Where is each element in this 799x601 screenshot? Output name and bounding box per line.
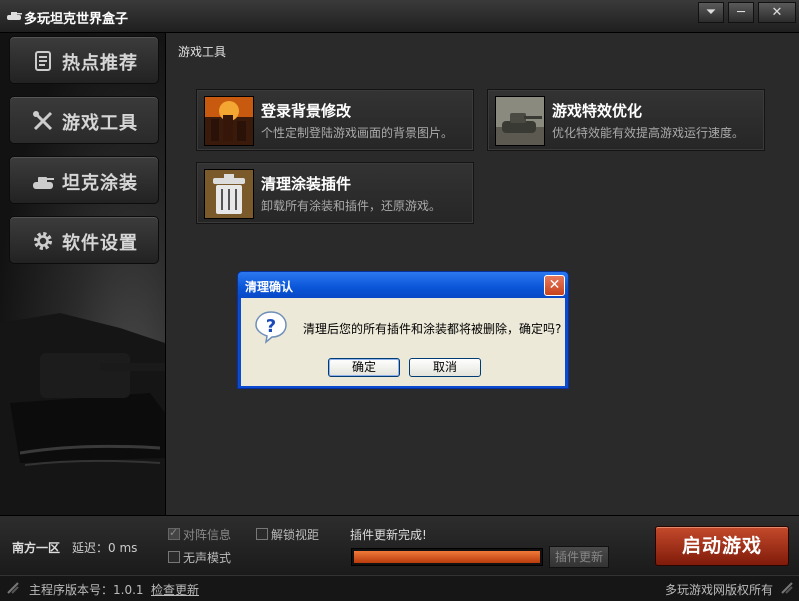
unlock-view-checkbox[interactable]	[256, 528, 268, 540]
plugin-progress-bar	[351, 548, 543, 566]
sidebar-item-settings[interactable]: 软件设置	[9, 216, 159, 264]
tool-title: 清理涂装插件	[261, 175, 352, 193]
tool-card-effects[interactable]: 游戏特效优化 优化特效能有效提高游戏运行速度。	[487, 89, 765, 151]
version-label: 主程序版本号：1.0.1	[29, 583, 144, 597]
dialog-close-button[interactable]: ✕	[544, 275, 565, 296]
resize-grip-icon	[7, 582, 19, 594]
sidebar-item-skins[interactable]: 坦克涂装	[9, 156, 159, 204]
check-update-link[interactable]: 检查更新	[151, 581, 199, 598]
tools-icon	[33, 111, 53, 131]
silent-mode-checkbox[interactable]	[168, 551, 180, 563]
dialog-title: 清理确认	[245, 280, 294, 294]
team-info-checkbox[interactable]	[168, 526, 180, 540]
sidebar-item-label: 游戏工具	[62, 113, 138, 134]
tool-desc: 个性定制登陆游戏画面的背景图片。	[261, 126, 454, 140]
tank-background-art	[0, 313, 165, 515]
tool-title: 登录背景修改	[261, 102, 352, 120]
tool-card-login-bg[interactable]: 登录背景修改 个性定制登陆游戏画面的背景图片。	[196, 89, 474, 151]
dialog-body: ? 清理后您的所有插件和涂装都将被删除，确定吗? 确定 取消	[241, 298, 565, 386]
page-title: 游戏工具	[178, 45, 227, 59]
silent-mode-label[interactable]: 无声模式	[183, 549, 231, 566]
title-bar: 多玩坦克世界盒子 ⏷ ─ ✕	[0, 0, 799, 33]
sidebar-item-hot[interactable]: 热点推荐	[9, 36, 159, 84]
sidebar: 热点推荐 游戏工具 坦克涂装 软件设置	[0, 33, 166, 515]
dropdown-icon: ⏷	[705, 5, 717, 20]
sidebar-item-tools[interactable]: 游戏工具	[9, 96, 159, 144]
cancel-button[interactable]: 取消	[409, 358, 481, 377]
plugin-update-button[interactable]: 插件更新	[549, 546, 609, 568]
status-bar: 主程序版本号：1.0.1 检查更新 多玩游戏网版权所有	[0, 575, 799, 601]
sidebar-item-label: 软件设置	[62, 233, 138, 254]
plugin-status: 插件更新完成!	[350, 528, 427, 542]
launch-game-button[interactable]: 启动游戏	[655, 526, 789, 566]
close-icon: ✕	[548, 277, 561, 293]
gear-icon	[34, 232, 52, 250]
resize-grip-icon[interactable]	[780, 581, 794, 595]
team-info-label[interactable]: 对阵信息	[183, 526, 231, 543]
progress-fill	[354, 551, 540, 563]
burning-city-image	[204, 96, 254, 146]
tool-title: 游戏特效优化	[552, 102, 643, 120]
bottom-bar: 南方一区 延迟：0 ms 对阵信息 解锁视距 无声模式 插件更新完成! 插件更新…	[0, 515, 799, 576]
tank-icon	[7, 12, 22, 20]
tank-icon	[33, 177, 54, 189]
dialog-title-bar[interactable]: 清理确认 ✕	[238, 272, 568, 298]
tank-photo-image	[495, 96, 545, 146]
svg-text:?: ?	[266, 316, 276, 337]
latency-readout: 延迟：0 ms	[72, 541, 138, 555]
copyright-label: 多玩游戏网版权所有	[665, 583, 774, 597]
dropdown-button[interactable]: ⏷	[698, 2, 724, 23]
confirm-dialog: 清理确认 ✕ ? 清理后您的所有插件和涂装都将被删除，确定吗? 确定 取消	[237, 271, 569, 389]
close-button[interactable]: ✕	[758, 2, 796, 23]
trash-can-image	[204, 169, 254, 219]
news-icon	[35, 51, 51, 71]
tool-desc: 优化特效能有效提高游戏运行速度。	[552, 126, 745, 140]
question-icon: ?	[255, 311, 287, 344]
confirm-button[interactable]: 确定	[328, 358, 400, 377]
close-icon: ✕	[771, 5, 783, 20]
unlock-view-label[interactable]: 解锁视距	[271, 526, 319, 543]
server-name[interactable]: 南方一区	[12, 539, 60, 556]
tool-desc: 卸载所有涂装和插件，还原游戏。	[261, 199, 442, 213]
minimize-icon: ─	[737, 5, 745, 20]
sidebar-item-label: 坦克涂装	[62, 173, 138, 194]
dialog-message: 清理后您的所有插件和涂装都将被删除，确定吗?	[303, 322, 562, 336]
tool-card-clean[interactable]: 清理涂装插件 卸载所有涂装和插件，还原游戏。	[196, 162, 474, 224]
app-title: 多玩坦克世界盒子	[24, 12, 129, 27]
minimize-button[interactable]: ─	[728, 2, 754, 23]
sidebar-item-label: 热点推荐	[62, 53, 138, 74]
